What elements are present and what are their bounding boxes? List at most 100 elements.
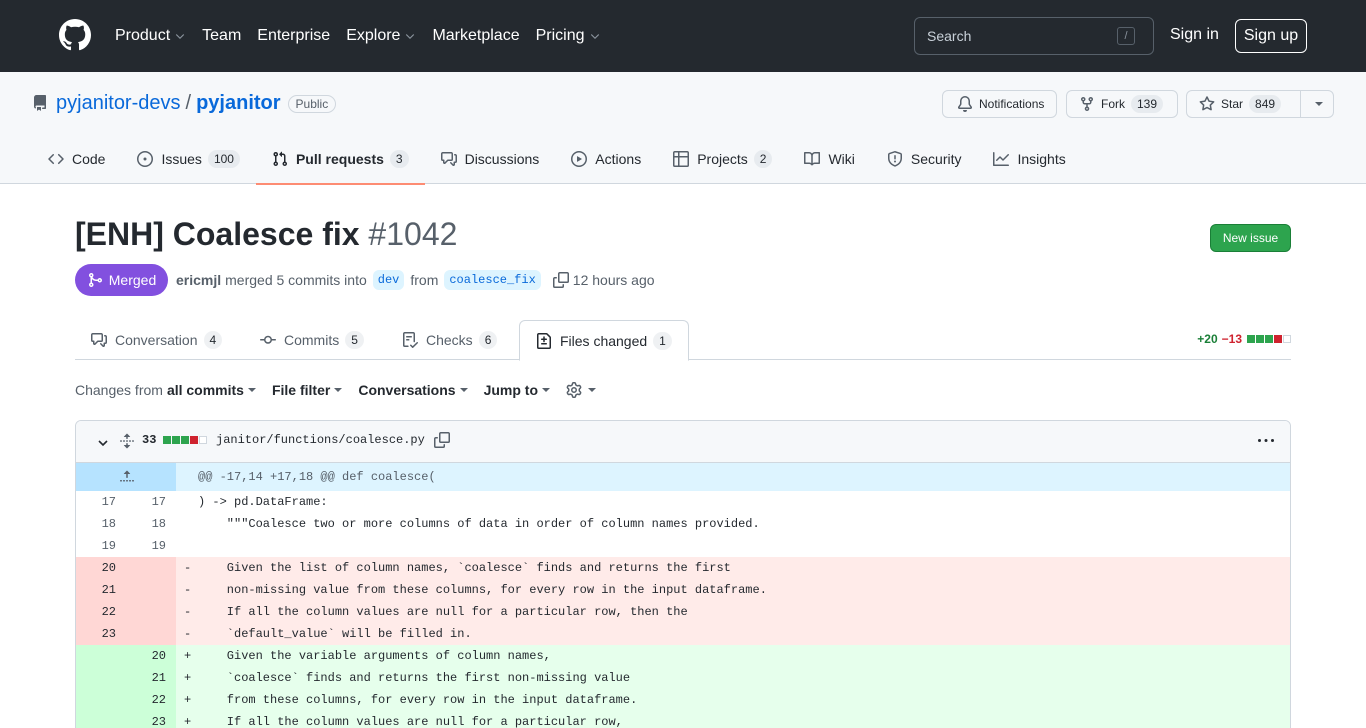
new-line-number (126, 623, 176, 645)
tab-code[interactable]: Code (48, 134, 121, 184)
old-line-number[interactable]: 22 (76, 601, 126, 623)
github-logo-icon[interactable] (59, 19, 91, 51)
checks-count: 6 (478, 331, 498, 349)
old-line-number[interactable]: 20 (76, 557, 126, 579)
line-code: `default_value` will be filled in. (198, 627, 472, 641)
tab-issues[interactable]: Issues 100 (121, 134, 256, 184)
tab-checks[interactable]: Checks 6 (402, 320, 498, 360)
diffstat-block (1283, 335, 1291, 343)
chevron-down-icon (590, 34, 599, 40)
old-line-number[interactable]: 18 (76, 513, 126, 535)
tab-files-changed[interactable]: Files changed 1 (519, 320, 689, 361)
nav-enterprise[interactable]: Enterprise (257, 27, 330, 45)
base-branch[interactable]: dev (372, 270, 405, 290)
new-line-number[interactable]: 22 (126, 689, 176, 711)
gear-icon (566, 382, 582, 398)
chevron-down-icon[interactable] (95, 435, 111, 451)
diff-line: 19 19 (76, 535, 1290, 557)
old-line-number[interactable]: 23 (76, 623, 126, 645)
old-line-number (76, 667, 126, 689)
line-code: ) -> pd.DataFrame: (198, 495, 328, 509)
copy-icon[interactable] (434, 432, 450, 448)
jump-to-dropdown[interactable]: Jump to (484, 382, 551, 398)
tab-pull-requests[interactable]: Pull requests 3 (255, 134, 425, 185)
star-list-dropdown[interactable] (1300, 90, 1334, 118)
author-link[interactable]: ericmjl (176, 272, 221, 288)
conversations-dropdown[interactable]: Conversations (358, 382, 468, 398)
diff-line: 17 17 ) -> pd.DataFrame: (76, 491, 1290, 513)
tab-discussions[interactable]: Discussions (425, 134, 556, 184)
fork-button[interactable]: Fork 139 (1066, 90, 1178, 118)
kebab-horizontal-icon[interactable] (1258, 433, 1274, 449)
copy-icon[interactable] (552, 272, 569, 288)
changes-from-dropdown[interactable]: Changes from all commits (75, 382, 256, 398)
new-line-number[interactable]: 20 (126, 645, 176, 667)
code-icon (48, 153, 64, 165)
caret-down-icon (588, 388, 597, 392)
caret-down-icon (459, 388, 468, 392)
diff-line-added: 20 + Given the variable arguments of col… (76, 645, 1290, 667)
fold-up-icon[interactable] (119, 469, 135, 485)
tab-actions[interactable]: Actions (555, 134, 657, 184)
old-line-number (76, 689, 126, 711)
git-commit-icon (260, 335, 276, 344)
additions-count: +20 (1197, 332, 1218, 346)
diff-table: @@ -17,14 +17,18 @@ def coalesce( 17 17 … (76, 463, 1290, 728)
diffstat-block (1247, 335, 1255, 343)
new-line-number[interactable]: 17 (126, 491, 176, 513)
files-changed-count: 1 (653, 331, 672, 350)
line-code: `coalesce` finds and returns the first n… (198, 671, 631, 685)
graph-icon (993, 152, 1010, 166)
new-line-number[interactable]: 18 (126, 513, 176, 535)
repo-owner-link[interactable]: pyjanitor-devs (56, 92, 181, 115)
diffstat-block (163, 436, 172, 444)
repo-tabs: Code Issues 100 Pull requests 3 Discussi… (48, 134, 1082, 185)
new-line-number[interactable]: 23 (126, 711, 176, 728)
chevron-down-icon (406, 34, 415, 40)
repo-name-link[interactable]: pyjanitor (196, 92, 280, 115)
new-issue-button[interactable]: New issue (1210, 224, 1291, 252)
fork-count: 139 (1131, 95, 1164, 113)
nav-explore[interactable]: Explore (346, 27, 416, 45)
pr-meta: ericmjl merged 5 commits into dev from c… (176, 270, 655, 290)
tab-commits[interactable]: Commits 5 (260, 320, 364, 360)
nav-pricing[interactable]: Pricing (536, 27, 601, 45)
diff-line-added: 21 + `coalesce` finds and returns the fi… (76, 667, 1290, 689)
file-filter-dropdown[interactable]: File filter (272, 382, 343, 398)
pull-requests-count: 3 (389, 150, 409, 168)
line-code: If all the column values are null for a … (198, 605, 688, 619)
diff-line-deleted: 23 - `default_value` will be filled in. (76, 623, 1290, 645)
diffstat-block (199, 436, 208, 444)
star-button[interactable]: Star 849 (1186, 90, 1301, 118)
new-line-number[interactable]: 19 (126, 535, 176, 557)
sign-in-link[interactable]: Sign in (1170, 26, 1219, 44)
pull-request-icon (273, 151, 287, 167)
nav-team[interactable]: Team (202, 27, 241, 45)
merged-time: 12 hours ago (572, 272, 655, 288)
repo-title: pyjanitor-devs / pyjanitor Public (56, 92, 337, 115)
notifications-button[interactable]: Notifications (942, 90, 1057, 118)
diff-line-deleted: 20 - Given the list of column names, `co… (76, 557, 1290, 579)
unfold-icon[interactable] (119, 433, 135, 449)
nav-marketplace[interactable]: Marketplace (432, 27, 519, 45)
tab-security[interactable]: Security (871, 134, 978, 184)
head-branch[interactable]: coalesce_fix (444, 270, 541, 290)
diff-settings-dropdown[interactable] (566, 382, 597, 398)
checklist-icon (403, 332, 418, 348)
sign-up-button[interactable]: Sign up (1235, 19, 1307, 53)
new-line-number (126, 579, 176, 601)
old-line-number[interactable]: 19 (76, 535, 126, 557)
old-line-number[interactable]: 21 (76, 579, 126, 601)
tab-projects[interactable]: Projects 2 (657, 134, 788, 184)
tab-wiki[interactable]: Wiki (788, 134, 870, 184)
new-line-number[interactable]: 21 (126, 667, 176, 689)
search-input[interactable] (915, 18, 1115, 54)
pr-number: #1042 (368, 216, 458, 252)
tab-insights[interactable]: Insights (977, 134, 1081, 184)
tab-conversation[interactable]: Conversation 4 (91, 320, 223, 360)
old-line-number[interactable]: 17 (76, 491, 126, 513)
file-path-link[interactable]: janitor/functions/coalesce.py (216, 433, 425, 447)
repo-icon (34, 95, 46, 111)
nav-product[interactable]: Product (115, 27, 186, 45)
caret-down-icon (334, 388, 343, 392)
